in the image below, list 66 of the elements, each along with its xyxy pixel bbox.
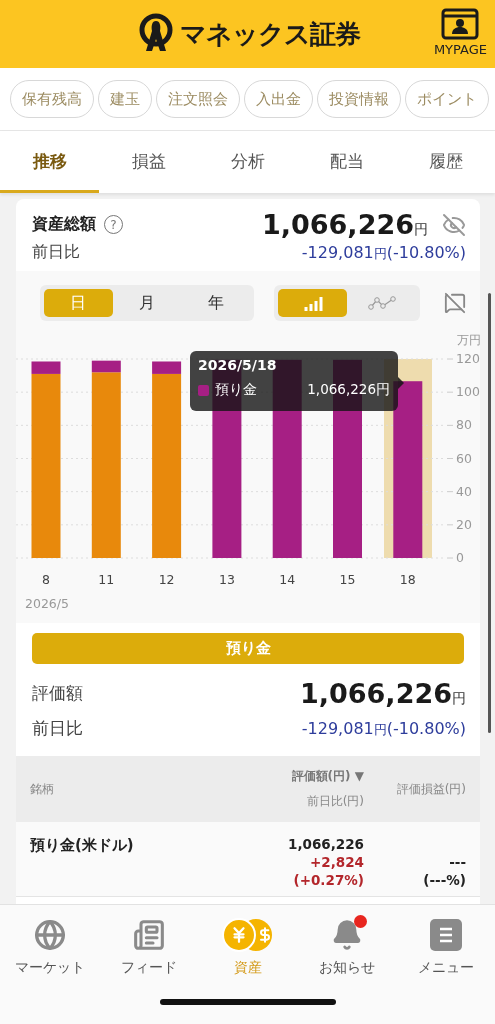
valuation-value: 1,066,226円 (299, 678, 466, 709)
column-header: 評価損益(円) (395, 780, 466, 798)
axis-title: 2026/5 (25, 596, 69, 611)
tab[interactable]: 配当 (297, 131, 396, 193)
quick-link-chip[interactable]: 入出金 (244, 80, 313, 118)
tab[interactable]: 推移 (0, 131, 99, 193)
tooltip-value: 1,066,226円 (307, 381, 390, 399)
change-label: 前日比 (32, 242, 80, 263)
axis-label: 8 (42, 572, 50, 587)
tab[interactable]: 履歴 (396, 131, 495, 193)
change-value: -129,081円(-10.80%) (301, 242, 466, 263)
axis-unit: 万円 (457, 333, 480, 347)
quick-link-chip[interactable]: 投資情報 (317, 80, 401, 118)
quick-link-chip[interactable]: 注文照会 (156, 80, 240, 118)
period-toggle[interactable]: 月 (112, 289, 182, 317)
globe-icon (33, 919, 66, 951)
nav-item[interactable]: マーケット (0, 917, 99, 977)
column-header[interactable]: 評価額(円) ▼ (291, 768, 364, 785)
axis-label: 13 (218, 572, 235, 587)
axis-label: 15 (339, 572, 356, 587)
nav-item[interactable]: フィード (99, 917, 198, 977)
axis-label: 120 (456, 351, 480, 366)
table-cell: (---%) (423, 872, 466, 888)
axis-label: 20 (456, 516, 472, 532)
change-value: -129,081円(-10.80%) (301, 718, 466, 739)
axis-label: 80 (456, 417, 472, 433)
axis-label: 100 (456, 384, 480, 400)
table-cell: 1,066,226 (288, 836, 364, 852)
change-label: 前日比 (32, 717, 83, 740)
holding-name: 預り金(米ドル) (30, 836, 135, 856)
legend-swatch (198, 384, 209, 396)
axis-label: 40 (456, 483, 472, 499)
axis-label: 0 (456, 550, 464, 565)
menu-icon (429, 919, 462, 951)
tooltip-off-icon[interactable] (444, 292, 466, 314)
axis-label: 14 (279, 572, 296, 587)
nav-item[interactable]: お知らせ (297, 917, 396, 977)
logo-text: マネックス証券 (179, 17, 360, 51)
quick-link-chip[interactable]: ポイント (405, 80, 489, 118)
total-assets-value: 1,066,226円 (261, 209, 428, 240)
tooltip-date: 2026/5/18 (198, 357, 278, 373)
value-label: 評価額 (32, 682, 83, 705)
tab[interactable]: 損益 (99, 131, 198, 193)
table-cell: --- (449, 854, 466, 870)
newspaper-icon (132, 919, 165, 951)
total-assets-title: 資産総額 (32, 214, 96, 235)
coins-icon (221, 918, 274, 952)
axis-label: 12 (158, 572, 175, 587)
quick-link-chip[interactable]: 保有残高 (10, 80, 94, 118)
hide-icon[interactable] (442, 212, 466, 237)
column-subheader: 前日比(円) (306, 793, 364, 810)
period-toggle[interactable]: 年 (181, 289, 250, 317)
tab[interactable]: 分析 (198, 131, 297, 193)
column-header: 銘柄 (30, 780, 55, 798)
mypage-button[interactable]: MYPAGE (433, 8, 487, 57)
bar-chart-toggle[interactable] (278, 289, 347, 317)
nav-item[interactable]: メニュー (396, 917, 495, 977)
quick-link-chip[interactable]: 建玉 (98, 80, 152, 118)
line-chart-icon (367, 296, 396, 310)
bar-chart-icon (302, 295, 323, 311)
table-cell: (+0.27%) (293, 872, 364, 888)
axis-label: 18 (399, 572, 416, 587)
table-cell: +2,824 (310, 854, 364, 870)
axis-label: 11 (98, 572, 115, 587)
tooltip-series: 預り金 (215, 381, 257, 399)
axis-label: 60 (456, 450, 472, 466)
